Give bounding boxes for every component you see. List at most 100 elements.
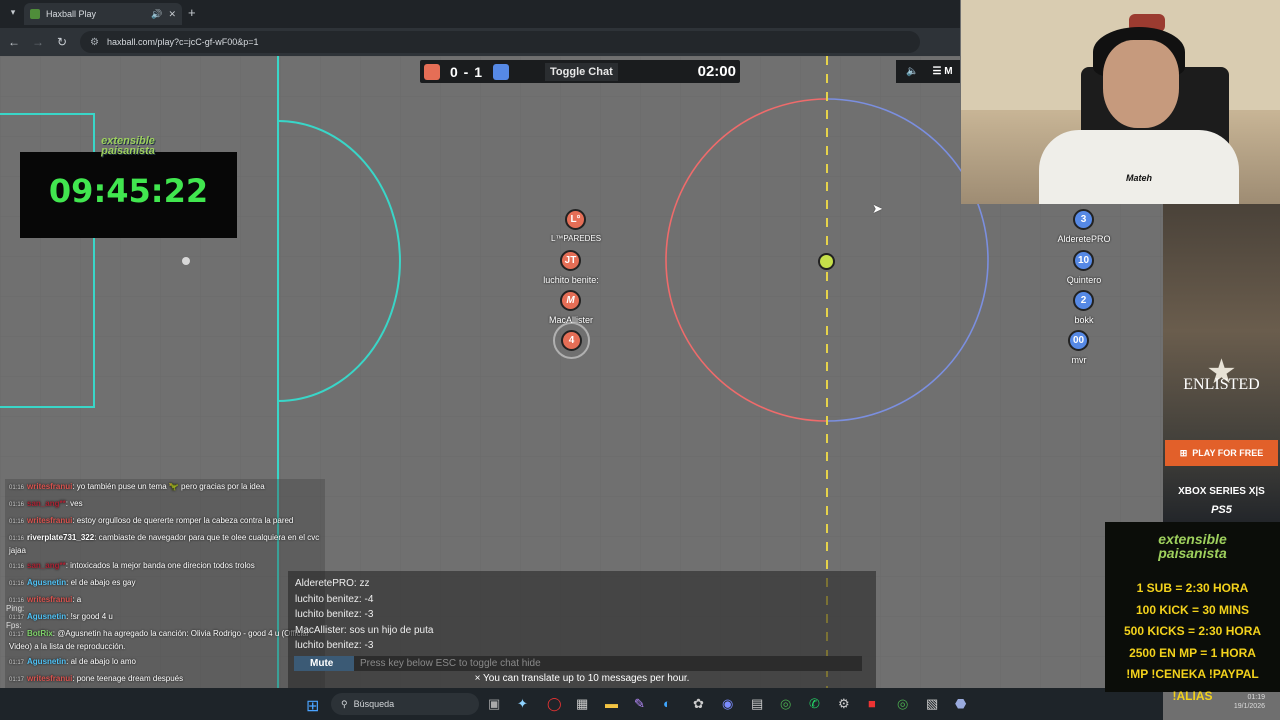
site-info-icon[interactable]: ⚙ <box>90 37 99 48</box>
store-icon[interactable]: ▦ <box>576 696 588 712</box>
stream-chat-message: 01:17 Agusnetin: !sr good 4 u <box>5 609 325 626</box>
message-time: 01:17 <box>9 632 25 638</box>
goal-line: 500 KICKS = 2:30 HORA <box>1123 624 1262 638</box>
recording-app-icon[interactable]: ■ <box>868 696 876 711</box>
xbox-label: XBOX SERIES X|S <box>1178 486 1265 497</box>
blue-player-4: 00 <box>1068 330 1089 351</box>
taskbar-search[interactable]: ⚲ Búsqueda <box>331 693 479 715</box>
windows-icon: ⊞ <box>1179 447 1188 458</box>
chat-username: san_ang** <box>27 561 66 570</box>
message-time: 01:16 <box>9 502 25 508</box>
stream-chat-message: 01:16 writesfranui: yo también puse un te… <box>5 479 325 496</box>
fps-label: Fps: <box>6 621 22 630</box>
reload-icon[interactable]: ↻ <box>52 35 72 49</box>
ping-label: Ping: <box>6 604 25 613</box>
logo-line: paisanista <box>101 145 155 157</box>
webcam-person-shirt <box>1039 130 1239 204</box>
opera-icon[interactable]: ◯ <box>547 696 562 712</box>
chat-text: : el de abajo es gay <box>66 578 136 587</box>
terminal-icon[interactable]: ▤ <box>751 696 763 712</box>
back-icon[interactable]: ← <box>4 35 24 49</box>
play-for-free-button[interactable]: ⊞ PLAY FOR FREE <box>1165 440 1278 466</box>
player-avatar: JT <box>564 255 577 266</box>
goal-line: 100 KICK = 30 MINS <box>1135 602 1250 617</box>
stream-chat-message: 01:17 BotRix: @Agusnetin ha agregado la c… <box>5 626 325 654</box>
forward-icon[interactable]: → <box>28 35 48 49</box>
chat-username: writesfranui <box>27 595 73 604</box>
task-view-icon[interactable]: ▣ <box>488 696 500 712</box>
red-player-2: JT <box>560 250 581 271</box>
enlisted-ad[interactable]: ★ ENLISTED ⊞ PLAY FOR FREE XBOX SERIES X… <box>1163 204 1280 522</box>
url-bar[interactable]: ⚙ haxball.com/play?c=jcC-gf-wF00&p=1 <box>80 31 920 53</box>
new-tab-icon[interactable]: + <box>188 5 196 20</box>
stream-chat-message: 01:16 writesfranui: a <box>5 592 325 609</box>
chat-text: : ves <box>65 499 83 508</box>
browser-tabbar: ▾ Haxball Play 🔊 ✕ + <box>0 0 960 28</box>
steam-icon[interactable]: ⬣ <box>955 696 966 712</box>
url-text: haxball.com/play?c=jcC-gf-wF00&p=1 <box>106 37 259 47</box>
chat-message: luchito benitez: -4 <box>295 593 374 605</box>
close-tab-icon[interactable]: ✕ <box>168 9 176 20</box>
pen-icon[interactable]: ✎ <box>634 696 645 712</box>
blue-player-4-name: mvr <box>1071 355 1087 365</box>
app-icon[interactable]: ✿ <box>693 696 704 712</box>
player-avatar: 10 <box>1077 255 1090 266</box>
chat-username: writesfranui <box>27 516 73 525</box>
score-bar: 0 - 1 Toggle Chat 02:00 <box>420 60 740 83</box>
player-avatar: 3 <box>1080 214 1087 225</box>
goal-line: 2500 EN MP = 1 HORA <box>1129 645 1256 660</box>
stream-chat-message: 01:16 writesfranui: estoy orgulloso de qu… <box>5 513 325 530</box>
copilot-icon[interactable]: ✦ <box>517 696 528 712</box>
chrome-icon[interactable]: ◎ <box>780 696 791 712</box>
folder-icon[interactable]: ▬ <box>605 696 618 711</box>
player-avatar: M <box>566 295 575 306</box>
sound-icon[interactable]: 🔈 <box>906 66 918 77</box>
blue-player-2-name: Quintero <box>1066 275 1102 285</box>
red-player-2-name: luchito benite: <box>543 275 599 285</box>
ad-title: ENLISTED <box>1183 376 1260 393</box>
chat-username: Agusnetin <box>27 578 67 587</box>
settings-icon[interactable]: ⚙ <box>838 696 850 712</box>
edge-icon[interactable]: ◐ <box>663 696 671 711</box>
chat-message: AlderetePRO: zz <box>295 578 370 589</box>
menu-button[interactable]: ☰ M <box>932 66 952 77</box>
browser-tab[interactable]: Haxball Play 🔊 ✕ <box>24 3 182 25</box>
goal-line: 1 SUB = 2:30 HORA <box>1136 581 1249 595</box>
chat-text: : a <box>72 595 82 604</box>
stream-logo: extensible paisanista <box>82 136 174 157</box>
chat-message: luchito benitez: -3 <box>295 609 374 620</box>
menu-label: M <box>944 66 953 77</box>
windows-taskbar: ⊞ ⚲ Búsqueda ▣ ✦ ◯ ▦ ▬ ✎ ◐ ✿ ◉ ▤ ◎ ✆ ⚙ ■… <box>0 688 1163 720</box>
blue-player-1: 3 <box>1073 209 1094 230</box>
chat-text: : al de abajo lo amo <box>66 657 136 666</box>
chrome-active-icon[interactable]: ◎ <box>897 696 908 712</box>
chat-input[interactable]: Press key below ESC to toggle chat hide <box>354 656 862 671</box>
toggle-chat-button[interactable]: Toggle Chat <box>545 62 618 81</box>
chat-text: : yo también puse un tema 🦖 pero gracias… <box>72 482 265 491</box>
mute-button[interactable]: Mute <box>294 656 358 671</box>
speaker-icon[interactable]: 🔊 <box>151 9 162 20</box>
game-menu-bar: 🔈 ☰ M <box>896 60 960 83</box>
chat-username: writesfranui <box>27 674 73 683</box>
message-time: 01:16 <box>9 519 25 525</box>
webcam-person-face <box>1103 40 1179 128</box>
chat-text: : pone teenage dream después <box>72 674 184 683</box>
chat-text: : estoy orgulloso de quererte romper la … <box>72 516 294 525</box>
message-time: 01:16 <box>9 581 25 587</box>
game-timer: 02:00 <box>697 63 736 80</box>
stream-chat-message: 01:16 Agusnetin: el de abajo es gay <box>5 575 325 592</box>
blue-player-2: 10 <box>1073 250 1094 271</box>
player-avatar: 2 <box>1080 295 1087 306</box>
game-app-icon[interactable]: ▧ <box>926 696 938 712</box>
windows-start-icon[interactable]: ⊞ <box>306 696 319 716</box>
blue-player-1-name: AlderetePRO <box>1057 234 1111 244</box>
tab-list-icon[interactable]: ▾ <box>6 7 20 21</box>
red-player-3: M <box>560 290 581 311</box>
tab-title: Haxball Play <box>46 9 97 19</box>
red-player-1: L° <box>565 209 586 230</box>
discord-icon[interactable]: ◉ <box>722 696 733 712</box>
score: 0 - 1 <box>450 63 484 80</box>
ball <box>818 253 835 270</box>
player-avatar: 4 <box>568 335 575 346</box>
whatsapp-icon[interactable]: ✆ <box>809 696 820 712</box>
